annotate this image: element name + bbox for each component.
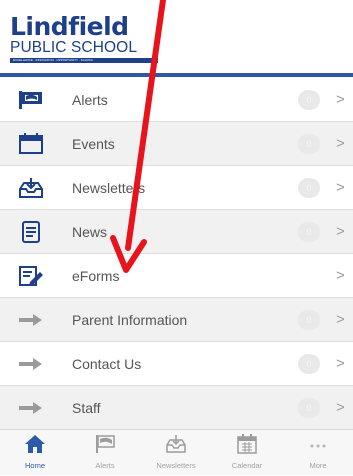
menu-item-parent-information[interactable]: Parent Information 0 > [0, 298, 353, 342]
menu-item-contact-us[interactable]: Contact Us 0 > [0, 342, 353, 386]
logo-motto-strip: EXCELLENCE · INNOVATION · OPPORTUNITY · … [10, 58, 158, 63]
document-icon [17, 221, 45, 243]
menu-item-label: Staff [72, 400, 101, 416]
app-header: Lindfield PUBLIC SCHOOL EXCELLENCE · INN… [0, 0, 353, 78]
count-badge: 0 [298, 354, 320, 374]
menu-item-news[interactable]: News 0 > [0, 210, 353, 254]
chevron-right-icon: > [336, 267, 345, 284]
chevron-right-icon: > [336, 91, 345, 108]
header-divider [0, 73, 353, 77]
count-badge: 0 [298, 134, 320, 154]
calendar-icon [17, 133, 45, 155]
menu-item-label: Alerts [72, 92, 108, 108]
menu-item-label: Newsletters [72, 180, 146, 196]
home-icon [0, 434, 70, 454]
tab-label: More [309, 461, 327, 470]
logo-title: Lindfield [10, 12, 129, 41]
chevron-right-icon: > [336, 135, 345, 152]
menu-item-label: Parent Information [72, 312, 188, 328]
flag-icon [17, 89, 45, 111]
chevron-right-icon: > [336, 311, 345, 328]
menu-item-events[interactable]: Events 0 > [0, 122, 353, 166]
count-badge: 0 [298, 178, 320, 198]
tab-label: Newsletters [156, 461, 196, 470]
count-badge: 0 [298, 310, 320, 330]
chevron-right-icon: > [336, 223, 345, 240]
calendar-grid-icon [212, 434, 282, 454]
arrow-right-icon [17, 397, 45, 419]
menu-item-newsletters[interactable]: Newsletters 0 > [0, 166, 353, 210]
newsletter-tray-icon [141, 434, 211, 454]
chevron-right-icon: > [336, 399, 345, 416]
menu-item-label: Contact Us [72, 356, 142, 372]
form-pen-icon [17, 265, 45, 287]
tab-alerts[interactable]: Alerts [70, 430, 140, 476]
flag-icon [70, 434, 140, 454]
school-logo: Lindfield PUBLIC SCHOOL EXCELLENCE · INN… [10, 14, 160, 63]
count-badge: 0 [298, 90, 320, 110]
tab-more[interactable]: More [283, 430, 353, 476]
menu-item-eforms[interactable]: eForms > [0, 254, 353, 298]
menu-item-staff[interactable]: Staff 0 > [0, 386, 353, 429]
more-dots-icon [283, 434, 353, 454]
tab-home[interactable]: Home [0, 430, 70, 476]
chevron-right-icon: > [336, 179, 345, 196]
count-badge: 0 [298, 222, 320, 242]
arrow-right-icon [17, 353, 45, 375]
tab-calendar[interactable]: Calendar [212, 430, 282, 476]
tab-newsletters[interactable]: Newsletters [141, 430, 211, 476]
logo-subtitle: PUBLIC SCHOOL [10, 39, 138, 56]
menu-item-alerts[interactable]: Alerts 0 > [0, 78, 353, 122]
newsletter-tray-icon [17, 177, 45, 199]
menu-item-label: Events [72, 136, 115, 152]
count-badge: 0 [298, 398, 320, 418]
chevron-right-icon: > [336, 355, 345, 372]
tab-label: Calendar [231, 461, 263, 470]
tab-label: Alerts [95, 461, 115, 470]
menu-list: Alerts 0 > Events 0 > Newsletters 0 > Ne… [0, 78, 353, 429]
bottom-tab-bar: Home Alerts Newsletters Calendar More [0, 429, 353, 475]
menu-item-label: News [72, 224, 108, 240]
tab-label: Home [24, 461, 45, 470]
arrow-right-icon [17, 309, 45, 331]
menu-item-label: eForms [72, 268, 120, 284]
